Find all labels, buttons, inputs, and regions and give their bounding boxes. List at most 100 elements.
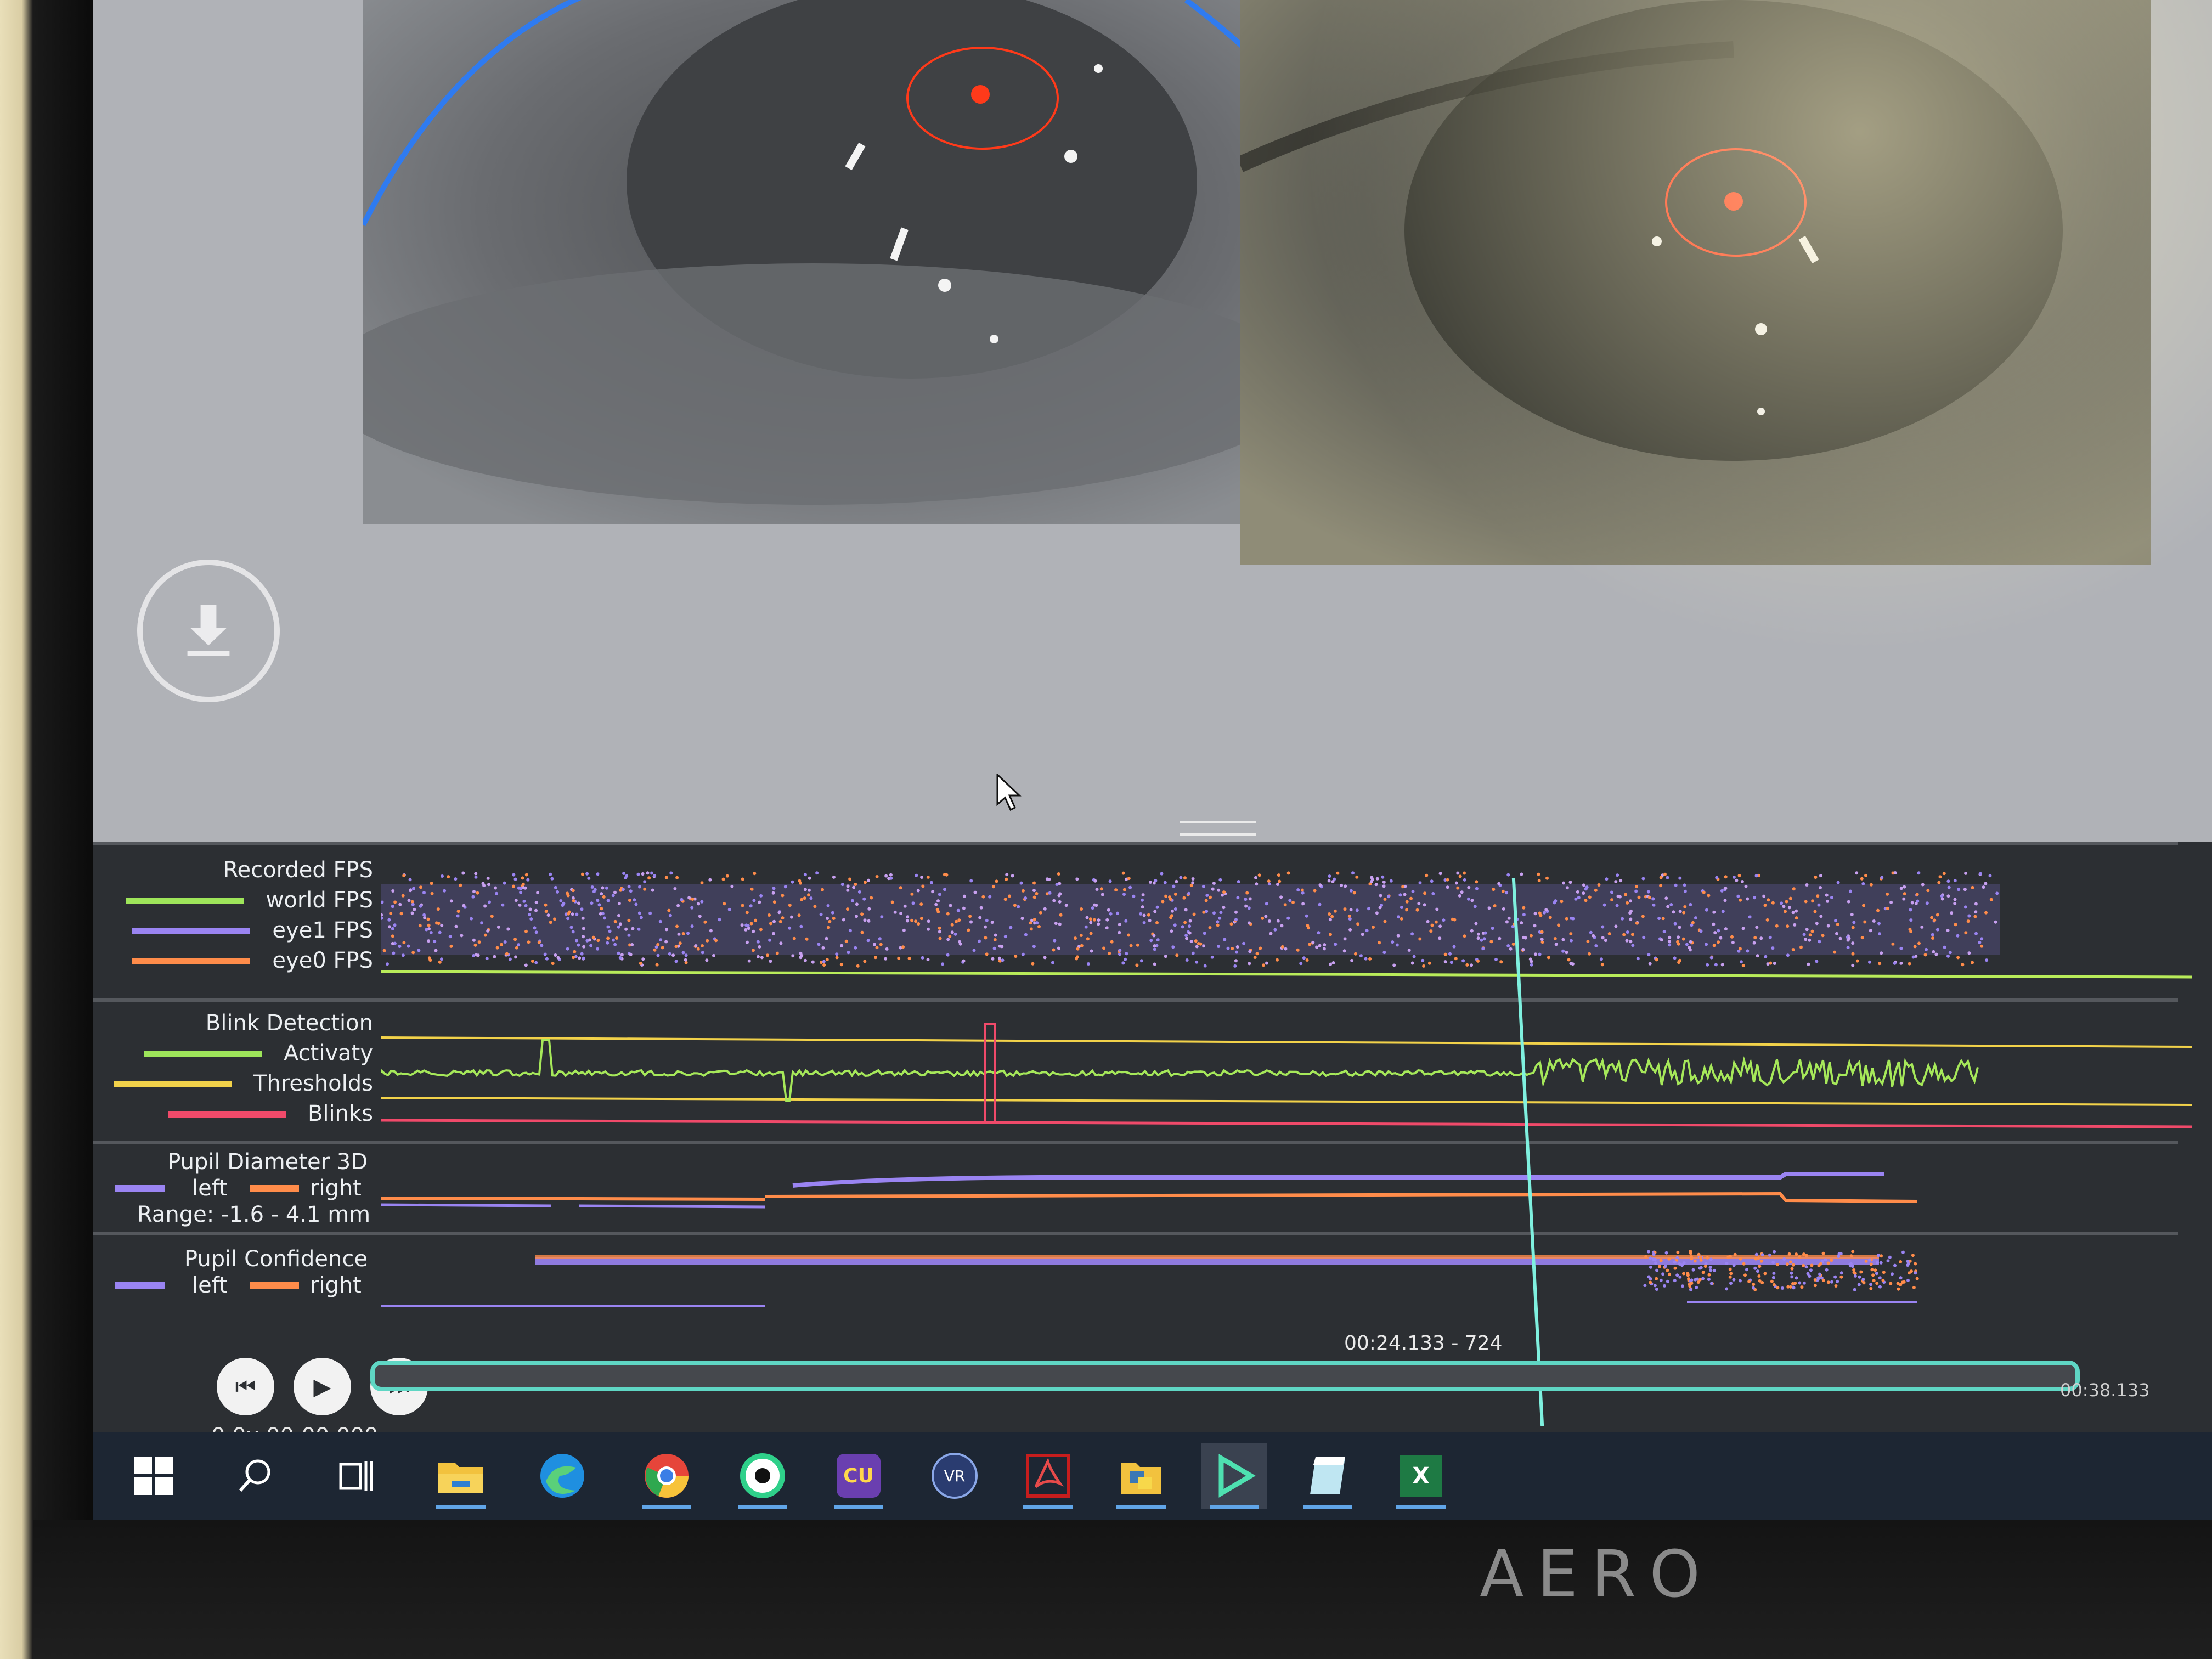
fps-sample-dot (1425, 873, 1429, 877)
confidence-sample-dot (1795, 1276, 1798, 1280)
fps-sample-dot (600, 907, 603, 911)
fps-sample-dot (1261, 916, 1265, 920)
fps-sample-dot (580, 872, 584, 876)
fps-sample-dot (1878, 962, 1882, 966)
fps-sample-dot (1569, 916, 1573, 920)
fps-sample-dot (758, 900, 761, 904)
fps-sample-dot (880, 915, 884, 919)
fps-sample-dot (1168, 895, 1172, 899)
fps-sample-dot (1202, 910, 1206, 914)
fps-sample-dot (628, 899, 631, 902)
export-download-button[interactable] (137, 560, 280, 702)
previous-frame-button[interactable]: ⏮ (217, 1358, 274, 1415)
fps-sample-dot (1530, 934, 1533, 938)
fps-sample-dot (1418, 881, 1422, 885)
confidence-sample-dot (1802, 1252, 1805, 1256)
fps-sample-dot (1003, 898, 1007, 901)
start-button[interactable] (121, 1443, 187, 1509)
fps-sample-dot (1667, 940, 1671, 944)
fps-sample-dot (1003, 935, 1007, 939)
notes-app-button[interactable] (1295, 1443, 1361, 1509)
fps-sample-dot (815, 871, 819, 875)
python-folder-button[interactable] (1108, 1443, 1174, 1509)
fps-sample-dot (1446, 885, 1449, 889)
confidence-sample-dot (1810, 1263, 1814, 1267)
play-button[interactable]: ▶ (294, 1358, 351, 1415)
fps-sample-dot (637, 911, 641, 915)
fps-sample-dot (1989, 898, 1993, 901)
fps-sample-dot (1088, 917, 1092, 921)
fps-sample-dot (698, 915, 702, 918)
fps-sample-dot (1784, 910, 1787, 913)
fps-sample-dot (1988, 874, 1992, 878)
fps-sample-dot (984, 936, 988, 940)
fps-sample-dot (665, 928, 668, 932)
edge-button[interactable] (529, 1443, 595, 1509)
blinks-label: Blinks (307, 1101, 373, 1126)
fps-sample-dot (1191, 951, 1195, 955)
file-explorer-button[interactable] (428, 1443, 494, 1509)
fps-sample-dot (684, 958, 687, 962)
cu-app-button[interactable]: CU (826, 1443, 891, 1509)
fps-sample-dot (613, 943, 617, 946)
fps-sample-dot (611, 894, 615, 898)
fps-sample-dot (1810, 929, 1814, 933)
fps-sample-dot (917, 922, 921, 926)
fps-sample-dot (1152, 934, 1156, 938)
vr-app-button[interactable]: VR (922, 1443, 988, 1509)
fps-sample-dot (862, 897, 866, 901)
fps-sample-dot (1427, 961, 1431, 965)
fps-sample-dot (527, 940, 531, 944)
fps-sample-dot (1481, 947, 1485, 951)
fps-sample-dot (1476, 932, 1480, 936)
fps-sample-dot (1203, 964, 1207, 968)
acrobat-button[interactable] (1015, 1443, 1081, 1509)
fps-sample-dot (1136, 943, 1139, 947)
fps-sample-dot (1834, 919, 1837, 923)
fps-sample-dot (936, 899, 940, 903)
fps-sample-dot (897, 956, 901, 960)
chrome-button[interactable] (634, 1443, 699, 1509)
confidence-sample-dot (1725, 1261, 1729, 1265)
fps-sample-dot (1876, 909, 1880, 912)
fps-sample-dot (1185, 936, 1188, 940)
fps-sample-dot (1318, 883, 1322, 887)
fps-sample-dot (1848, 889, 1852, 893)
fps-sample-dot (1908, 962, 1911, 966)
fps-sample-dot (709, 929, 713, 933)
fps-sample-dot (1181, 925, 1184, 929)
fps-sample-dot (1318, 944, 1322, 947)
confidence-sample-dot (1663, 1265, 1667, 1268)
fps-sample-dot (788, 926, 792, 930)
fps-sample-dot (1507, 916, 1511, 920)
fps-sample-dot (1899, 887, 1903, 890)
search-button[interactable] (222, 1443, 288, 1509)
fps-sample-dot (854, 883, 857, 886)
task-view-button[interactable] (324, 1443, 390, 1509)
circle-app-button[interactable] (730, 1443, 795, 1509)
pupil-player-button[interactable] (1201, 1443, 1267, 1509)
confidence-sample-dot (1771, 1261, 1775, 1264)
fps-sample-dot (1383, 919, 1387, 923)
fps-sample-dot (874, 956, 877, 960)
fps-sample-dot (1773, 962, 1776, 965)
fps-sample-dot (1008, 894, 1011, 898)
fps-sample-dot (1817, 903, 1821, 907)
fps-sample-dot (391, 905, 394, 909)
fps-sample-dot (514, 938, 517, 941)
fps-sample-dot (1756, 954, 1759, 958)
fps-sample-dot (391, 927, 394, 930)
seek-bar[interactable] (370, 1361, 2080, 1391)
fps-sample-dot (554, 885, 557, 889)
fps-sample-dot (948, 934, 952, 938)
fps-sample-dot (534, 901, 538, 904)
fps-sample-dot (1328, 918, 1332, 922)
panel-resize-handle[interactable] (1180, 821, 1256, 836)
fps-sample-dot (1569, 932, 1573, 936)
excel-button[interactable]: X (1388, 1443, 1454, 1509)
fps-sample-dot (822, 963, 826, 967)
fps-sample-dot (1911, 955, 1915, 959)
fps-sample-dot (1724, 927, 1728, 931)
fps-sample-dot (1576, 890, 1579, 894)
fps-sample-dot (1127, 933, 1131, 937)
